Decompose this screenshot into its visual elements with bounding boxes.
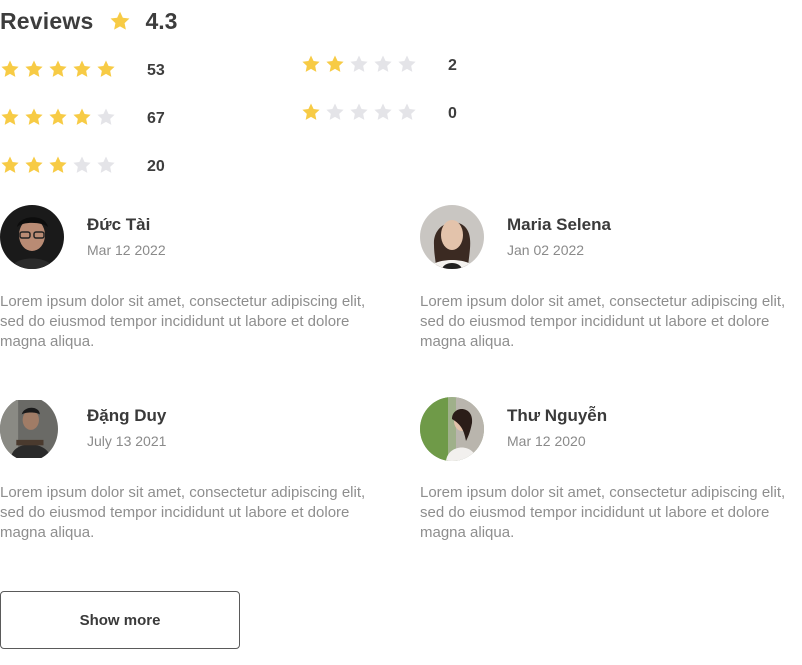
star-filled-icon xyxy=(1,60,19,77)
reviewer-info: Maria Selena Jan 02 2022 xyxy=(507,215,611,258)
review-card-header xyxy=(0,397,58,461)
star-filled-icon xyxy=(1,108,19,125)
star-filled-icon xyxy=(302,103,320,120)
star-filled-icon xyxy=(302,55,320,72)
star-icon xyxy=(111,11,130,30)
rating-row-3 xyxy=(0,153,116,177)
reviews-header: Reviews 4.3 xyxy=(0,6,177,36)
avatar xyxy=(420,205,484,269)
star-filled-icon xyxy=(49,108,67,125)
avatar xyxy=(0,205,64,269)
star-filled-icon xyxy=(25,156,43,173)
stars-2 xyxy=(301,54,417,74)
star-filled-icon xyxy=(25,60,43,77)
star-filled-icon xyxy=(49,156,67,173)
stars-1 xyxy=(301,102,417,122)
reviewer-name: Đặng Duy xyxy=(87,406,167,425)
star-empty-icon xyxy=(73,156,91,173)
review-date: July 13 2021 xyxy=(87,433,167,449)
rating-count-1: 0 xyxy=(448,105,457,122)
star-filled-icon xyxy=(73,108,91,125)
star-filled-icon xyxy=(1,156,19,173)
avatar xyxy=(420,397,484,461)
stars-4 xyxy=(0,107,116,127)
star-empty-icon xyxy=(350,103,368,120)
star-empty-icon xyxy=(97,108,115,125)
review-card-header xyxy=(420,205,484,269)
rating-row-2 xyxy=(301,52,417,76)
review-date: Mar 12 2020 xyxy=(507,433,586,449)
star-empty-icon xyxy=(398,55,416,72)
reviewer-name: Maria Selena xyxy=(507,215,611,234)
reviewer-name: Thư Nguyễn xyxy=(507,406,608,425)
reviewer-info: Đức Tài Mar 12 2022 xyxy=(87,215,166,258)
review-text: Lorem ipsum dolor sit amet, consectetur … xyxy=(0,293,366,350)
star-filled-icon xyxy=(25,108,43,125)
stars-5 xyxy=(0,59,116,79)
rating-count-5: 53 xyxy=(147,62,165,79)
review-text: Lorem ipsum dolor sit amet, consectetur … xyxy=(0,484,366,541)
rating-count-3: 20 xyxy=(147,158,165,175)
show-more-button[interactable]: Show more xyxy=(0,591,240,649)
reviewer-info: Thư Nguyễn Mar 12 2020 xyxy=(507,406,607,449)
star-empty-icon xyxy=(374,55,392,72)
review-date: Jan 02 2022 xyxy=(507,242,585,258)
rating-count-2: 2 xyxy=(448,57,457,74)
reviewer-info: Đặng Duy July 13 2021 xyxy=(87,406,166,449)
reviewer-name: Đức Tài xyxy=(87,215,151,234)
review-text: Lorem ipsum dolor sit amet, consectetur … xyxy=(420,484,786,541)
rating-count-4: 67 xyxy=(147,110,165,127)
star-filled-icon xyxy=(73,60,91,77)
star-filled-icon xyxy=(326,55,344,72)
review-card-header xyxy=(420,397,484,461)
star-filled-icon xyxy=(97,60,115,77)
review-text: Lorem ipsum dolor sit amet, consectetur … xyxy=(420,293,786,350)
stars-3 xyxy=(0,155,116,175)
star-empty-icon xyxy=(326,103,344,120)
star-filled-icon xyxy=(49,60,67,77)
rating-row-1 xyxy=(301,100,417,124)
review-date: Mar 12 2022 xyxy=(87,242,166,258)
star-empty-icon xyxy=(398,103,416,120)
avatar xyxy=(0,400,58,458)
average-rating: 4.3 xyxy=(145,7,178,34)
reviews-title: Reviews xyxy=(0,7,94,34)
star-empty-icon xyxy=(350,55,368,72)
star-empty-icon xyxy=(374,103,392,120)
review-card-header xyxy=(0,205,64,269)
rating-row-5 xyxy=(0,57,116,81)
star-empty-icon xyxy=(97,156,115,173)
rating-row-4 xyxy=(0,105,116,129)
